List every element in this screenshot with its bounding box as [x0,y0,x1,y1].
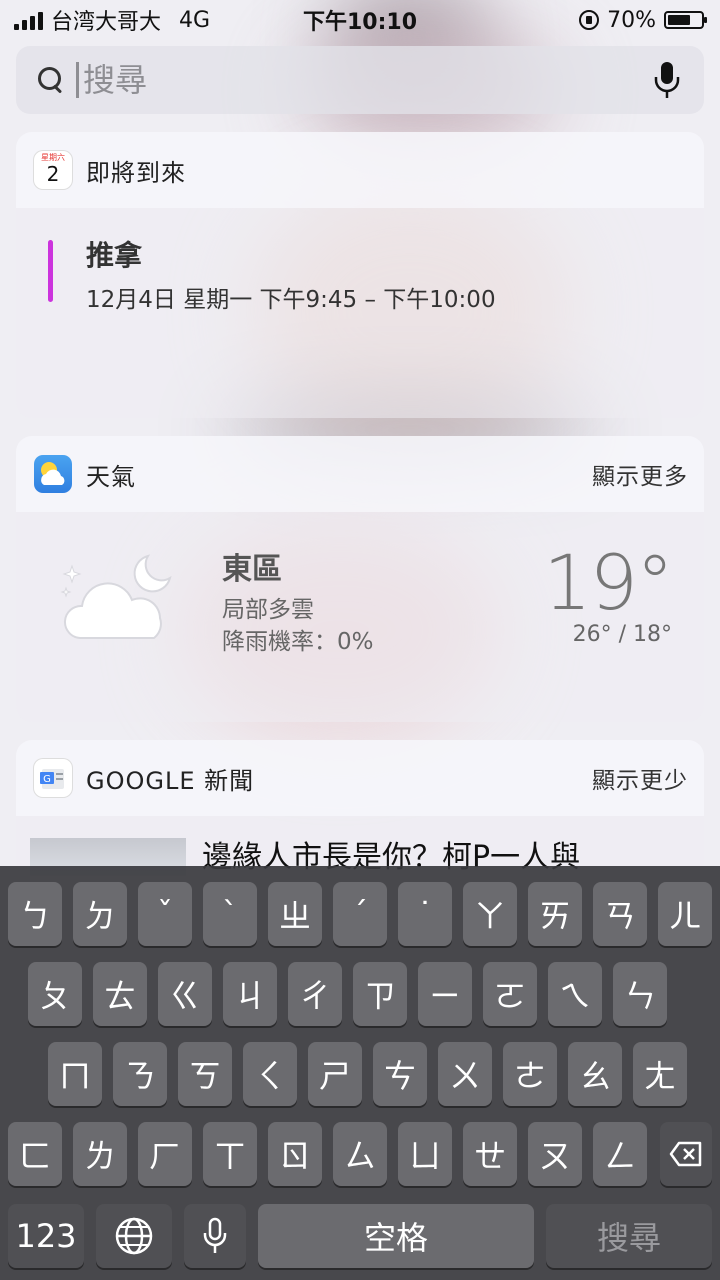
event-time: 12月4日 星期一 下午9:45 – 下午10:00 [86,287,496,313]
key-row3-2[interactable]: ㄋ [113,1042,167,1106]
key-row1-10[interactable]: ㄢ [593,882,647,946]
weather-location: 東區 [222,552,282,587]
key-row3-3[interactable]: ㄎ [178,1042,232,1106]
svg-text:G: G [43,774,51,785]
backspace-icon [669,1141,702,1167]
event-title: 推拿 [86,239,143,272]
key-row3-1[interactable]: ㄇ [48,1042,102,1106]
key-row1-4[interactable]: ˋ [203,882,257,946]
google-news-app-icon: G [34,759,72,797]
show-more-button[interactable]: 顯示更多 [592,457,688,491]
key-row2-6[interactable]: ㄗ [353,962,407,1026]
key-row2-1[interactable]: ㄆ [28,962,82,1026]
globe-key[interactable] [96,1204,172,1268]
signal-strength-icon [14,10,43,30]
key-row4-1[interactable]: ㄈ [8,1122,62,1186]
key-row3-6[interactable]: ㄘ [373,1042,427,1106]
text-cursor [76,62,79,98]
microphone-icon [203,1217,227,1253]
key-row4-9[interactable]: ㄡ [528,1122,582,1186]
news-widget-header: G GOOGLE 新聞 顯示更少 [16,740,704,816]
carrier-name: 台湾大哥大 [51,10,162,35]
orientation-lock-icon [579,10,600,30]
network-type: 4G [179,7,211,33]
key-row1-3[interactable]: ˇ [138,882,192,946]
calendar-app-icon: 星期六 2 [34,151,72,189]
key-row2-2[interactable]: ㄊ [93,962,147,1026]
key-row1-1[interactable]: ㄅ [8,882,62,946]
high-low-temperature: 26° / 18° [572,622,672,647]
key-row4-10[interactable]: ㄥ [593,1122,647,1186]
backspace-key[interactable] [660,1122,712,1186]
globe-icon [115,1217,153,1255]
zhuyin-keyboard: ㄅㄉ ˇ ˋ ㄓ ˊ ˙ ㄚㄞㄢㄦ ㄆㄊㄍㄐㄔㄗㄧㄛㄟㄣ ㄇㄋㄎㄑㄕㄘㄨㄜㄠㄤ ㄈㄌㄏㄒㄖㄙ… [0,866,720,1280]
battery-percent: 70% [607,7,656,33]
calendar-event[interactable]: 推拿 12月4日 星期一 下午9:45 – 下午10:00 [16,208,704,418]
status-bar: 台湾大哥大 4G 下午10:10 70% [0,0,720,40]
weather-widget-title: 天氣 [86,462,136,491]
key-row2-10[interactable]: ㄣ [613,962,667,1026]
key-row1-11[interactable]: ㄦ [658,882,712,946]
key-row2-8[interactable]: ㄛ [483,962,537,1026]
key-row4-3[interactable]: ㄏ [138,1122,192,1186]
key-row1-6[interactable]: ˊ [333,882,387,946]
key-row4-2[interactable]: ㄌ [73,1122,127,1186]
key-row4-8[interactable]: ㄝ [463,1122,517,1186]
search-key[interactable]: 搜尋 [546,1204,712,1268]
key-row3-5[interactable]: ㄕ [308,1042,362,1106]
key-row3-8[interactable]: ㄜ [503,1042,557,1106]
key-row2-5[interactable]: ㄔ [288,962,342,1026]
key-row1-8[interactable]: ㄚ [463,882,517,946]
microphone-icon[interactable] [652,60,682,100]
numbers-key[interactable]: 123 [8,1204,84,1268]
key-row3-10[interactable]: ㄤ [633,1042,687,1106]
weather-body[interactable]: 東區 局部多雲 降雨機率：0% 19° 26° / 18° [16,512,704,722]
key-row3-7[interactable]: ㄨ [438,1042,492,1106]
space-key[interactable]: 空格 [258,1204,534,1268]
key-row4-4[interactable]: ㄒ [203,1122,257,1186]
search-bar[interactable] [16,46,704,114]
key-row3-9[interactable]: ㄠ [568,1042,622,1106]
key-row1-5[interactable]: ㄓ [268,882,322,946]
search-input[interactable] [81,60,605,100]
show-less-button[interactable]: 顯示更少 [592,761,688,795]
event-color-bar [48,240,53,302]
weather-condition: 局部多雲 [222,597,314,623]
key-row4-5[interactable]: ㄖ [268,1122,322,1186]
weather-widget-header: 天氣 顯示更多 [16,436,704,512]
key-row2-3[interactable]: ㄍ [158,962,212,1026]
rain-chance: 降雨機率：0% [222,629,374,655]
dictation-key[interactable] [184,1204,246,1268]
current-temperature: 19° [543,538,674,627]
key-row4-7[interactable]: ㄩ [398,1122,452,1186]
key-row3-4[interactable]: ㄑ [243,1042,297,1106]
key-row2-7[interactable]: ㄧ [418,962,472,1026]
calendar-widget[interactable]: 星期六 2 即將到來 推拿 12月4日 星期一 下午9:45 – 下午10:00 [16,132,704,418]
partly-cloudy-night-icon [60,548,180,648]
calendar-widget-title: 即將到來 [86,158,186,187]
key-row4-6[interactable]: ㄙ [333,1122,387,1186]
weather-widget[interactable]: 天氣 顯示更多 東區 局部多雲 降雨機率：0% 19° 26° / 18° [16,436,704,722]
weather-app-icon [34,455,72,493]
key-row2-9[interactable]: ㄟ [548,962,602,1026]
search-icon [36,65,66,95]
key-row1-7[interactable]: ˙ [398,882,452,946]
key-row1-9[interactable]: ㄞ [528,882,582,946]
key-row1-2[interactable]: ㄉ [73,882,127,946]
key-row2-4[interactable]: ㄐ [223,962,277,1026]
google-news-widget[interactable]: G GOOGLE 新聞 顯示更少 邊緣人市長是你？柯P一人與 [16,740,704,876]
calendar-widget-header: 星期六 2 即將到來 [16,132,704,208]
news-widget-title: GOOGLE 新聞 [86,766,255,795]
battery-icon [664,11,707,29]
